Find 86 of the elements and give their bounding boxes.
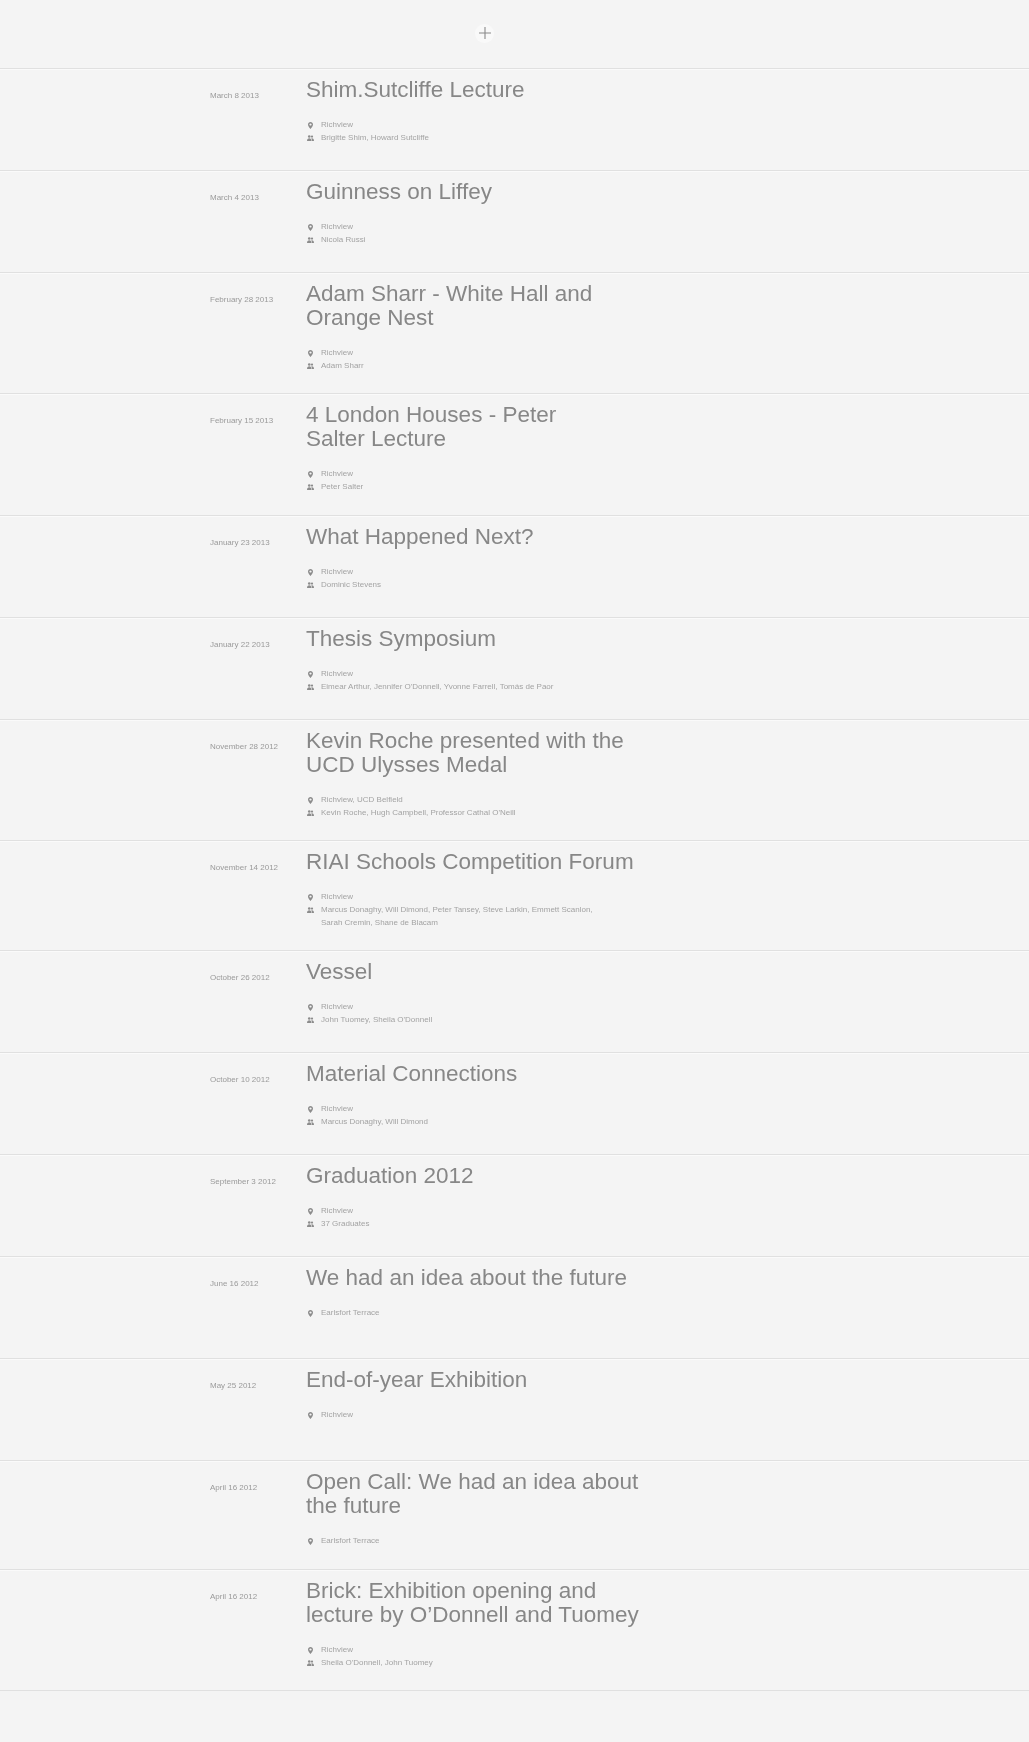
event-date: March 8 2013	[210, 90, 260, 102]
people-icon	[307, 484, 314, 491]
event-title[interactable]: Graduation 2012	[306, 1164, 474, 1189]
people-icon	[307, 809, 314, 816]
location-text: Earlsfort Terrace	[321, 1535, 380, 1548]
event-title[interactable]: What Happened Next?	[306, 524, 534, 549]
location-pin-icon	[308, 670, 313, 678]
event-date: January 23 2013	[210, 536, 271, 549]
event-title[interactable]: Brick: Exhibition opening and lecture by O’Donnell and Tuomey	[306, 1579, 639, 1628]
event-date: October 26 2012	[210, 972, 271, 985]
location-text: Richview	[321, 347, 353, 359]
event-date: November 14 2012	[210, 862, 280, 875]
event-title[interactable]: Shim.Sutcliffe Lecture	[306, 78, 525, 102]
location-pin-icon	[308, 471, 313, 479]
event-title[interactable]: Thesis Symposium	[306, 626, 497, 651]
location-text: Richview	[321, 1103, 353, 1116]
event-date: October 10 2012	[210, 1074, 271, 1087]
location-text: Richview	[321, 1205, 353, 1218]
plus-icon	[478, 27, 491, 39]
people-text: Sheila O'Donnell, John Tuomey	[321, 1656, 433, 1669]
location-pin-icon	[308, 1646, 313, 1654]
location-text: Richview	[321, 565, 353, 578]
location-pin-icon	[308, 121, 313, 129]
people-text: Peter Salter	[321, 481, 364, 494]
location-text: Richview	[321, 891, 353, 904]
location-text: Richview	[321, 1409, 353, 1422]
event-title[interactable]: Kevin Roche presented with the UCD Ulysses Medal	[306, 728, 624, 777]
location-text: Richview	[321, 1644, 353, 1657]
add-button[interactable]	[475, 23, 494, 43]
event-date: May 25 2012	[210, 1380, 258, 1393]
people-icon	[307, 1221, 314, 1228]
location-pin-icon	[308, 349, 313, 357]
event-title[interactable]: Open Call: We had an idea about the future	[306, 1470, 639, 1519]
location-pin-icon	[308, 1106, 313, 1114]
people-icon	[307, 1660, 314, 1667]
people-icon	[307, 1119, 314, 1126]
event-date: April 16 2012	[210, 1482, 259, 1495]
people-text: Brigitte Shim, Howard Sutcliffe	[321, 131, 429, 144]
event-title[interactable]: Material Connections	[306, 1062, 518, 1087]
event-title[interactable]: RIAI Schools Competition Forum	[306, 850, 634, 875]
event-date: February 15 2013	[210, 415, 275, 428]
people-text: Dominic Stevens	[321, 578, 382, 591]
people-text: Marcus Donaghy, Will Dimond, Peter Tansey, Steve Larkin, Emmett Scanlon, Sarah Cremin, Shane de Blacam	[321, 903, 594, 929]
event-date: November 28 2012	[210, 740, 280, 753]
location-pin-icon	[308, 1310, 313, 1318]
location-pin-icon	[308, 1004, 313, 1012]
people-icon	[307, 135, 314, 142]
event-date: April 16 2012	[210, 1591, 259, 1604]
location-text: Richview	[321, 667, 353, 680]
people-text: Adam Sharr	[321, 359, 364, 372]
location-pin-icon	[308, 1538, 313, 1546]
event-date: January 22 2013	[210, 638, 271, 651]
people-icon	[307, 683, 314, 690]
event-title[interactable]: Adam Sharr - White Hall and Orange Nest	[306, 282, 593, 330]
people-icon	[307, 237, 314, 244]
people-icon	[307, 363, 314, 370]
people-icon	[307, 1017, 314, 1024]
event-date: March 4 2013	[210, 192, 260, 204]
event-date: February 28 2013	[210, 294, 275, 306]
event-date: September 3 2012	[210, 1176, 277, 1189]
event-title[interactable]: End-of-year Exhibition	[306, 1368, 528, 1393]
location-text: Earlsfort Terrace	[321, 1307, 380, 1320]
location-pin-icon	[308, 796, 313, 804]
people-icon	[307, 581, 314, 588]
location-pin-icon	[308, 1208, 313, 1216]
location-pin-icon	[308, 568, 313, 576]
location-text: Richview	[321, 119, 353, 131]
people-icon	[307, 907, 314, 914]
people-text: Nicola Russi	[321, 233, 366, 246]
location-pin-icon	[308, 223, 313, 231]
location-text: Richview	[321, 221, 353, 233]
people-text: 37 Graduates	[321, 1218, 370, 1231]
event-date: June 16 2012	[210, 1278, 260, 1291]
location-pin-icon	[308, 1412, 313, 1420]
location-pin-icon	[308, 894, 313, 902]
people-text: John Tuomey, Sheila O'Donnell	[321, 1014, 433, 1027]
event-title[interactable]: Guinness on Liffey	[306, 180, 492, 204]
people-text: Marcus Donaghy, Will Dimond	[321, 1116, 428, 1129]
location-text: Richview	[321, 1001, 353, 1014]
location-text: Richview	[321, 468, 353, 481]
event-title[interactable]: 4 London Houses - Peter Salter Lecture	[306, 403, 557, 452]
people-text: Eimear Arthur, Jennifer O'Donnell, Yvonne Farrell, Tomás de Paor	[321, 680, 554, 693]
event-title[interactable]: We had an idea about the future	[306, 1266, 628, 1291]
people-text: Kevin Roche, Hugh Campbell, Professor Cathal O'Neill	[321, 806, 516, 819]
event-title[interactable]: Vessel	[306, 960, 373, 985]
location-text: Richview, UCD Belfield	[321, 793, 403, 806]
